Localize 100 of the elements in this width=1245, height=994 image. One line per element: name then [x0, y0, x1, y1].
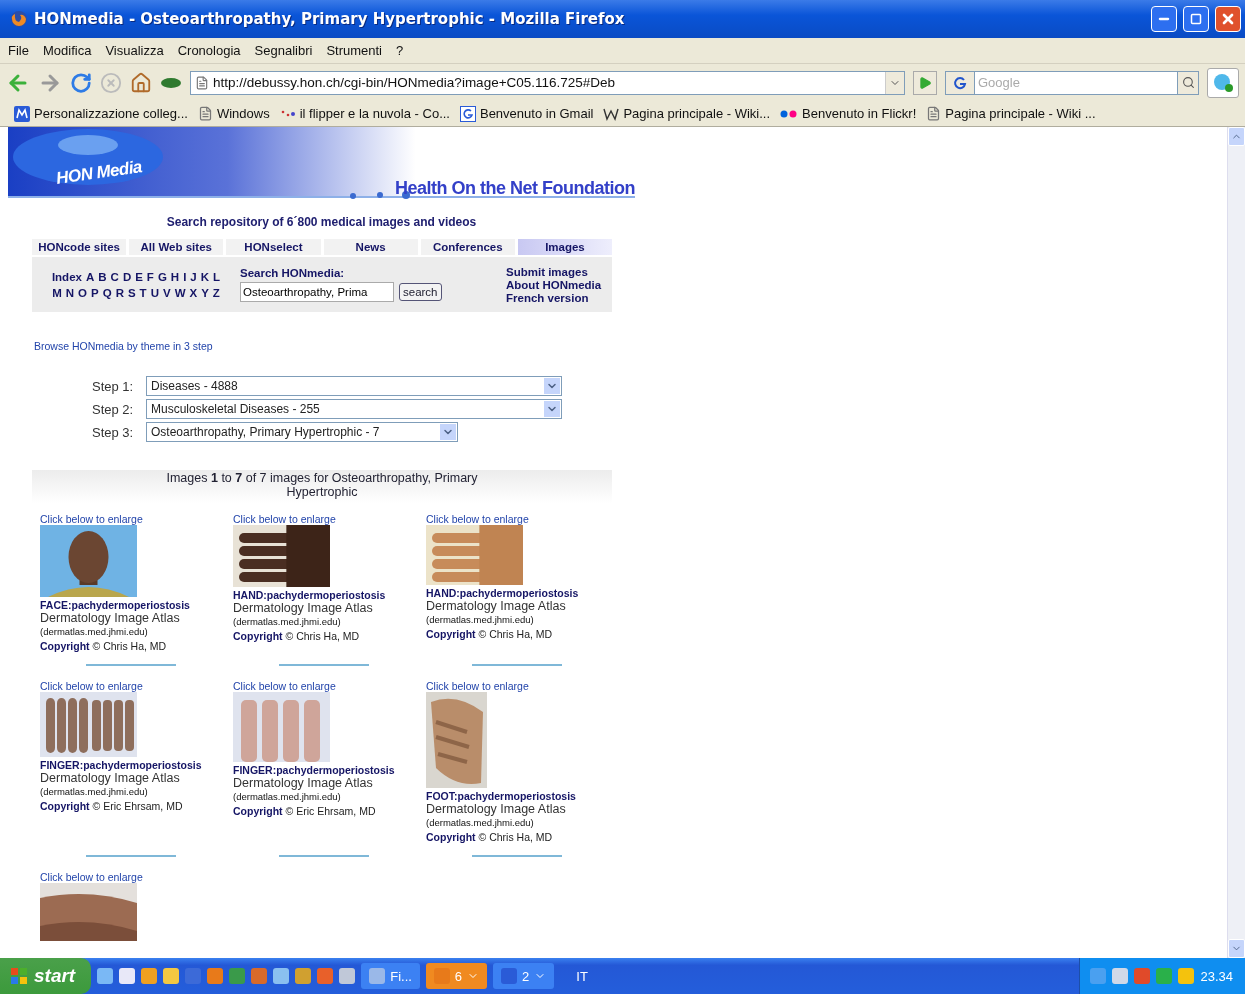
- step-label: Step 2:: [92, 401, 135, 417]
- quick-launch-icon[interactable]: [273, 968, 290, 984]
- bookmark[interactable]: Benvenuto in Flickr!: [780, 106, 917, 121]
- firefox-icon: [10, 10, 28, 28]
- copyright-text: Copyright © Eric Ehrsam, MD: [40, 800, 183, 812]
- scrollbar[interactable]: [1227, 127, 1245, 958]
- search-engine-button[interactable]: [945, 70, 975, 95]
- phone-icon[interactable]: [1212, 72, 1234, 93]
- menu-item[interactable]: ?: [396, 43, 404, 58]
- quick-launch-icon[interactable]: [339, 968, 356, 984]
- image-title: FACE:pachydermoperiostosis: [40, 599, 190, 611]
- close-button[interactable]: [1215, 6, 1241, 32]
- maximize-button[interactable]: [1183, 6, 1209, 32]
- enlarge-link[interactable]: Click below to enlarge: [426, 680, 529, 692]
- task-button[interactable]: Fi...: [361, 963, 420, 989]
- menu-item[interactable]: Modifica: [42, 43, 92, 58]
- bookmark[interactable]: Benvenuto in Gmail: [459, 105, 594, 122]
- index-letter[interactable]: G: [157, 270, 167, 283]
- language-indicator[interactable]: IT: [576, 968, 588, 984]
- quick-launch-icon[interactable]: [97, 968, 114, 984]
- index-letter[interactable]: A: [85, 270, 95, 283]
- index-label: Index: [51, 270, 82, 283]
- menu-item[interactable]: Segnalibri: [254, 43, 313, 58]
- nav-tab[interactable]: Images: [517, 239, 613, 255]
- index-letter[interactable]: N: [65, 286, 75, 299]
- quick-launch-icon[interactable]: [163, 968, 180, 984]
- task-button[interactable]: 2: [493, 963, 555, 989]
- step-select[interactable]: Diseases - 4888: [146, 376, 562, 396]
- bookmark[interactable]: Windows: [197, 106, 270, 121]
- menu-item[interactable]: Strumenti: [326, 43, 382, 58]
- go-button[interactable]: [913, 70, 937, 95]
- nav-tab[interactable]: News: [323, 239, 418, 255]
- home-icon[interactable]: [130, 71, 152, 94]
- letter-g-icon: [459, 105, 476, 122]
- index-letter[interactable]: V: [162, 286, 171, 299]
- quick-launch-icon[interactable]: [295, 968, 312, 984]
- index-letter[interactable]: K: [200, 270, 210, 283]
- quick-launch-icon[interactable]: [141, 968, 158, 984]
- index-letter[interactable]: S: [127, 286, 136, 299]
- bookmark[interactable]: il flipper e la nuvola - Co...: [279, 106, 450, 121]
- stop-icon[interactable]: [100, 71, 122, 94]
- tray-icon[interactable]: [1178, 968, 1195, 984]
- tray-icon[interactable]: [1112, 968, 1129, 984]
- enlarge-link[interactable]: Click below to enlarge: [40, 680, 143, 692]
- page-icon: [195, 75, 209, 90]
- nav-tab[interactable]: HONcode sites: [32, 239, 127, 255]
- reload-icon[interactable]: [70, 71, 92, 94]
- two-dots-icon: [780, 108, 799, 119]
- index-letter[interactable]: M: [52, 286, 62, 299]
- minimize-button[interactable]: [1151, 6, 1177, 32]
- tray-icon[interactable]: [1134, 968, 1151, 984]
- page-link[interactable]: French version: [506, 291, 602, 304]
- index-letter[interactable]: B: [98, 270, 107, 283]
- step-select[interactable]: Osteoarthropathy, Primary Hypertrophic - 7: [146, 422, 458, 442]
- nav-tab[interactable]: HONselect: [226, 239, 321, 255]
- page-link[interactable]: About HONmedia: [506, 278, 602, 291]
- menu-item[interactable]: Cronologia: [177, 43, 241, 58]
- index-letter[interactable]: X: [189, 286, 198, 299]
- index-letter[interactable]: D: [122, 270, 132, 283]
- index-letter[interactable]: Z: [212, 286, 220, 299]
- browse-link[interactable]: Browse HONmedia by theme in 3 step: [34, 340, 1219, 352]
- index-letter[interactable]: F: [146, 270, 154, 283]
- quick-launch-icon[interactable]: [207, 968, 224, 984]
- enlarge-link[interactable]: Click below to enlarge: [233, 513, 336, 525]
- search-button[interactable]: search: [399, 283, 442, 301]
- close-icon: [1220, 11, 1236, 27]
- menu-item[interactable]: Visualizza: [105, 43, 164, 58]
- index-letter[interactable]: U: [150, 286, 159, 299]
- bookmark[interactable]: Pagina principale - Wiki ...: [926, 106, 1096, 121]
- enlarge-link[interactable]: Click below to enlarge: [426, 513, 529, 525]
- leaf-icon[interactable]: [160, 76, 182, 89]
- search-input[interactable]: Osteoarthropathy, Prima: [240, 282, 394, 302]
- index-letter[interactable]: J: [190, 270, 197, 283]
- bookmark[interactable]: Pagina principale - Wiki...: [603, 106, 771, 121]
- search-button[interactable]: [1177, 70, 1199, 95]
- nav-tab[interactable]: Conferences: [420, 239, 515, 255]
- index-letter[interactable]: H: [170, 270, 180, 283]
- index-letter[interactable]: L: [213, 270, 221, 283]
- nav-tab[interactable]: All Web sites: [129, 239, 224, 255]
- index-letter[interactable]: R: [115, 286, 124, 299]
- enlarge-link[interactable]: Click below to enlarge: [40, 871, 143, 883]
- index-letter[interactable]: T: [139, 286, 147, 299]
- page-link[interactable]: Submit images: [506, 265, 602, 278]
- step-select[interactable]: Musculoskeletal Diseases - 255: [146, 399, 562, 419]
- index-letter[interactable]: I: [183, 270, 187, 283]
- index-letter[interactable]: Y: [201, 286, 209, 299]
- bookmark[interactable]: Personalizzazione colleg...: [14, 105, 188, 122]
- index-letter[interactable]: W: [174, 286, 186, 299]
- index-letter[interactable]: C: [110, 270, 119, 283]
- index-letter[interactable]: E: [135, 270, 143, 283]
- clock: 23.34: [1200, 968, 1233, 984]
- address-field[interactable]: http://debussy.hon.ch/cgi-bin/HONmedia?image+C05.116.725#Deb: [190, 70, 905, 95]
- quick-launch-icon[interactable]: [119, 968, 136, 984]
- search-field[interactable]: Google: [975, 70, 1177, 95]
- enlarge-link[interactable]: Click below to enlarge: [233, 680, 336, 692]
- index-letter[interactable]: P: [91, 286, 99, 299]
- enlarge-link[interactable]: Click below to enlarge: [40, 513, 143, 525]
- menu-item[interactable]: File: [8, 43, 29, 58]
- index-letter[interactable]: Q: [102, 286, 112, 299]
- index-letter[interactable]: O: [78, 286, 87, 299]
